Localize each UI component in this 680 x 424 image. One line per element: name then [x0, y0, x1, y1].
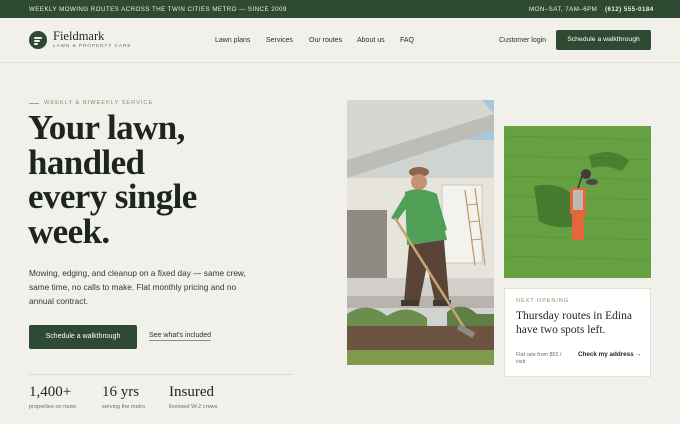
brand-name[interactable]: Fieldmark: [53, 29, 104, 44]
nav-schedule-button[interactable]: Schedule a walkthrough: [556, 30, 651, 50]
phone-link[interactable]: (612) 555-0184: [605, 6, 654, 13]
stat-value: 1,400+: [29, 384, 72, 400]
nav-link-our-routes[interactable]: Our routes: [309, 37, 342, 44]
stat-label: properties on route: [29, 404, 76, 410]
headline-line: Your lawn,: [28, 108, 185, 147]
crew-raking-photo: [347, 100, 494, 365]
nav-link-faq[interactable]: FAQ: [400, 37, 414, 44]
headline-line: week.: [28, 211, 110, 251]
card-title: Thursday routes in Edina have two spots …: [516, 310, 632, 336]
stats-divider: [29, 374, 293, 375]
customer-login-link[interactable]: Customer login: [499, 37, 546, 44]
announcement-bar: WEEKLY MOWING ROUTES ACROSS THE TWIN CIT…: [0, 0, 680, 18]
main-nav: Fieldmark LAWN & PROPERTY CARE Lawn plan…: [0, 18, 680, 63]
business-hours: MON–SAT, 7AM–6PM: [529, 6, 598, 13]
logo-icon[interactable]: [29, 31, 47, 49]
nav-link-services[interactable]: Services: [266, 37, 293, 44]
nav-link-lawn-plans[interactable]: Lawn plans: [215, 37, 250, 44]
stat-value: 16 yrs: [102, 384, 140, 400]
next-opening-card: NEXT OPENING Thursday routes in Edina ha…: [504, 288, 651, 377]
card-price-note: Flat rate from $52 / visit: [516, 352, 562, 365]
stat-label: licensed W-2 crews: [169, 404, 218, 410]
hero-description: Mowing, edging, and cleanup on a fixed d…: [29, 268, 246, 306]
announcement-text: WEEKLY MOWING ROUTES ACROSS THE TWIN CIT…: [29, 6, 287, 13]
stat-label: serving the metro: [102, 404, 146, 410]
eyebrow-rule: [29, 103, 39, 104]
headline-line: handled: [28, 142, 145, 182]
see-included-link[interactable]: See what's included: [149, 332, 212, 341]
hero-headline: Your lawn, handled every single week.: [28, 108, 243, 251]
card-eyebrow: NEXT OPENING: [516, 298, 569, 304]
headline-line: every single: [28, 177, 197, 216]
check-address-link[interactable]: Check my address →: [578, 351, 644, 359]
hero-schedule-button[interactable]: Schedule a walkthrough: [29, 325, 137, 349]
brand-tagline: LAWN & PROPERTY CARE: [53, 44, 132, 49]
hero-eyebrow: WEEKLY & BIWEEKLY SERVICE: [44, 100, 154, 106]
nav-link-about-us[interactable]: About us: [357, 37, 385, 44]
stat-value: Insured: [169, 384, 214, 400]
aerial-mowing-photo: [504, 126, 651, 278]
